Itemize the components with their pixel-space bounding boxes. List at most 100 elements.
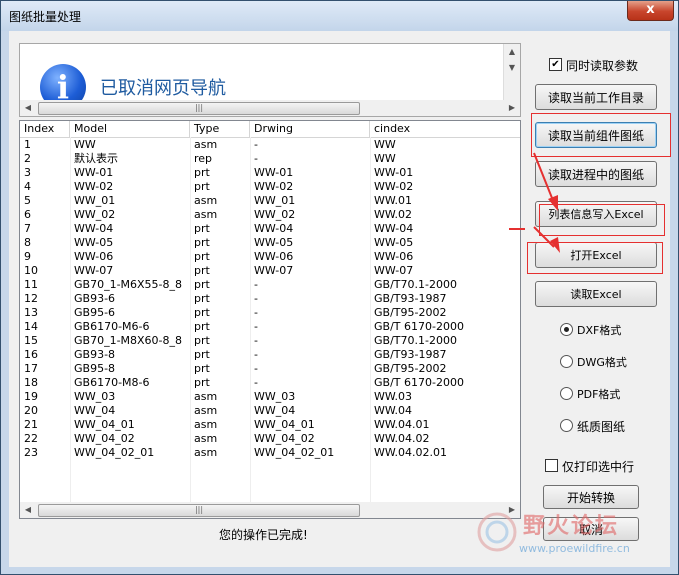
table-row[interactable]: 17 GB95-8 prt - GB/T95-2002 [20, 362, 520, 376]
table-cell: - [254, 306, 258, 319]
table-cell: GB70_1-M6X55-8_8 [74, 278, 183, 291]
table-horizontal-scrollbar[interactable]: ◀ ||| ▶ [20, 502, 520, 518]
table-cell: WW_04_01 [74, 418, 135, 431]
table-cell: rep [194, 152, 213, 165]
column-header-drwing[interactable]: Drwing [250, 121, 370, 137]
table-row[interactable]: 1 WW asm - WW [20, 138, 520, 152]
table-row[interactable]: 10 WW-07 prt WW-07 WW-07 [20, 264, 520, 278]
table-cell: 4 [24, 180, 31, 193]
table-row[interactable]: 19 WW_03 asm WW_03 WW.03 [20, 390, 520, 404]
browser-scroll-thumb[interactable]: ||| [38, 102, 360, 115]
table-cell: 10 [24, 264, 38, 277]
table-cell: WW-07 [74, 264, 114, 277]
drawing-list-table[interactable]: Index Model Type Drwing cindex 1 WW asm - WW… [19, 120, 521, 519]
title-bar[interactable]: 图纸批量处理 x [1, 1, 678, 31]
table-row[interactable]: 4 WW-02 prt WW-02 WW-02 [20, 180, 520, 194]
table-cell: GB95-8 [74, 362, 116, 375]
read-excel-button[interactable]: 读取Excel [535, 281, 657, 307]
read-params-label: 同时读取参数 [566, 59, 639, 73]
column-header-index[interactable]: Index [20, 121, 70, 137]
browser-horizontal-scrollbar[interactable]: ◀ ||| ▶ [20, 100, 520, 116]
format-dxf-radio[interactable] [560, 323, 573, 336]
table-cell: 7 [24, 222, 31, 235]
table-cell: asm [194, 194, 218, 207]
print-selected-label: 仅打印选中行 [562, 460, 635, 474]
table-cell: WW.04.01 [374, 418, 430, 431]
status-text: 您的操作已完成! [219, 528, 308, 542]
close-button[interactable]: x [627, 1, 674, 21]
table-cell: asm [194, 404, 218, 417]
table-row[interactable]: 12 GB93-6 prt - GB/T93-1987 [20, 292, 520, 306]
table-cell: WW.01 [374, 194, 412, 207]
table-cell: WW-04 [374, 222, 414, 235]
scroll-left-arrow-icon[interactable]: ◀ [20, 100, 36, 116]
table-row[interactable]: 8 WW-05 prt WW-05 WW-05 [20, 236, 520, 250]
table-cell: prt [194, 236, 210, 249]
table-cell: GB95-6 [74, 306, 116, 319]
table-cell: WW_04_02 [254, 432, 315, 445]
browser-vertical-scrollbar[interactable]: ▲ ▼ [503, 44, 520, 100]
table-row[interactable]: 15 GB70_1-M8X60-8_8 prt - GB/T70.1-2000 [20, 334, 520, 348]
table-cell: prt [194, 334, 210, 347]
table-cell: asm [194, 208, 218, 221]
table-scroll-thumb[interactable]: ||| [38, 504, 360, 517]
table-row[interactable]: 16 GB93-8 prt - GB/T93-1987 [20, 348, 520, 362]
table-row[interactable]: 23 WW_04_02_01 asm WW_04_02_01 WW.04.02.01 [20, 446, 520, 460]
table-cell: - [254, 292, 258, 305]
table-cell: 1 [24, 138, 31, 151]
column-header-model[interactable]: Model [70, 121, 190, 137]
table-cell: prt [194, 222, 210, 235]
table-cell: WW_03 [74, 390, 116, 403]
scroll-down-arrow-icon[interactable]: ▼ [504, 60, 520, 76]
table-cell: asm [194, 418, 218, 431]
table-cell: 6 [24, 208, 31, 221]
table-row[interactable]: 18 GB6170-M8-6 prt - GB/T 6170-2000 [20, 376, 520, 390]
table-cell: GB/T 6170-2000 [374, 376, 464, 389]
table-row[interactable]: 13 GB95-6 prt - GB/T95-2002 [20, 306, 520, 320]
table-cell: WW_03 [254, 390, 296, 403]
table-cell: WW_04_02 [74, 432, 135, 445]
format-paper-radio[interactable] [560, 419, 573, 432]
column-header-cindex[interactable]: cindex [370, 121, 520, 137]
table-cell: WW-04 [74, 222, 114, 235]
table-row[interactable]: 9 WW-06 prt WW-06 WW-06 [20, 250, 520, 264]
table-cell: WW.04 [374, 404, 412, 417]
table-cell: GB/T70.1-2000 [374, 334, 457, 347]
table-cell: WW [374, 138, 396, 151]
table-cell: WW-02 [74, 180, 114, 193]
table-cell: WW-06 [374, 250, 414, 263]
scroll-up-arrow-icon[interactable]: ▲ [504, 44, 520, 60]
table-row[interactable]: 14 GB6170-M6-6 prt - GB/T 6170-2000 [20, 320, 520, 334]
format-pdf-label: PDF格式 [577, 388, 621, 401]
table-cell: prt [194, 348, 210, 361]
format-dwg-radio[interactable] [560, 355, 573, 368]
read-params-checkbox[interactable]: ✔ [549, 58, 562, 71]
table-row[interactable]: 20 WW_04 asm WW_04 WW.04 [20, 404, 520, 418]
table-cell: WW-05 [254, 236, 294, 249]
table-row[interactable]: 21 WW_04_01 asm WW_04_01 WW.04.01 [20, 418, 520, 432]
table-cell: GB93-8 [74, 348, 116, 361]
table-cell: - [254, 320, 258, 333]
table-row[interactable]: 2 默认表示 rep - WW [20, 152, 520, 166]
table-row[interactable]: 6 WW_02 asm WW_02 WW.02 [20, 208, 520, 222]
table-row[interactable]: 5 WW_01 asm WW_01 WW.01 [20, 194, 520, 208]
read-workdir-button[interactable]: 读取当前工作目录 [535, 84, 657, 110]
table-row[interactable]: 22 WW_04_02 asm WW_04_02 WW.04.02 [20, 432, 520, 446]
table-cell: 2 [24, 152, 31, 165]
table-cell: GB/T95-2002 [374, 362, 447, 375]
print-selected-checkbox[interactable] [545, 459, 558, 472]
table-cell: WW-01 [374, 166, 414, 179]
table-cell: WW-02 [254, 180, 294, 193]
table-cell: - [254, 348, 258, 361]
table-row[interactable]: 3 WW-01 prt WW-01 WW-01 [20, 166, 520, 180]
table-row[interactable]: 11 GB70_1-M6X55-8_8 prt - GB/T70.1-2000 [20, 278, 520, 292]
table-cell: 15 [24, 334, 38, 347]
table-cell: - [254, 278, 258, 291]
format-pdf-radio[interactable] [560, 387, 573, 400]
scroll-left-arrow-icon[interactable]: ◀ [20, 502, 36, 518]
table-row[interactable]: 7 WW-04 prt WW-04 WW-04 [20, 222, 520, 236]
scroll-right-arrow-icon[interactable]: ▶ [504, 100, 520, 116]
main-window: 图纸批量处理 x i 已取消网页导航 ▲ ▼ ◀ ||| ▶ Index Mod… [0, 0, 679, 575]
column-header-type[interactable]: Type [190, 121, 250, 137]
table-cell: WW.02 [374, 208, 412, 221]
